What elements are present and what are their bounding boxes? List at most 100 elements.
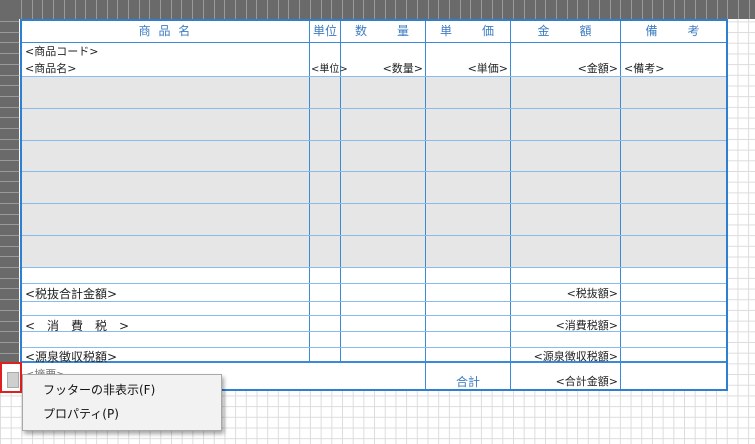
field-consumption-tax[interactable]: <消費税額> [511, 317, 618, 333]
ruler-tick [0, 85, 19, 86]
ruler-tick [0, 149, 19, 150]
ruler-tick [246, 0, 247, 19]
row-divider [22, 301, 726, 302]
ruler-tick [21, 0, 22, 19]
ruler-tick [75, 0, 76, 19]
row-divider [22, 347, 726, 348]
ruler-tick [0, 353, 19, 354]
ruler-tick [470, 0, 471, 19]
ruler-tick [0, 192, 19, 193]
ruler-tick [342, 0, 343, 19]
ruler-tick [695, 0, 696, 19]
ruler-tick [0, 321, 19, 322]
field-subtotal[interactable]: <税抜額> [511, 285, 618, 301]
ruler-tick [0, 235, 19, 236]
ruler-tick [0, 53, 19, 54]
ruler-tick [214, 0, 215, 19]
ruler-tick [556, 0, 557, 19]
ruler-tick [0, 246, 19, 247]
ruler-tick [385, 0, 386, 19]
ruler-tick [684, 0, 685, 19]
ruler-tick [642, 0, 643, 19]
ruler-tick [0, 331, 19, 332]
header-remarks: 備 考 [645, 24, 702, 38]
ruler-tick [395, 0, 396, 19]
ruler-tick [0, 75, 19, 76]
ruler-tick [513, 0, 514, 19]
field-product-code[interactable]: <商品コード> [25, 43, 98, 59]
ruler-tick [588, 0, 589, 19]
header-amount: 金 額 [537, 24, 594, 38]
ruler-tick [42, 0, 43, 19]
ruler-tick [278, 0, 279, 19]
field-unit-price[interactable]: <単価> [426, 60, 508, 76]
ruler-tick [85, 0, 86, 19]
row-divider [22, 235, 726, 236]
band-handle-icon [7, 372, 19, 388]
ruler-tick [438, 0, 439, 19]
ruler-tick [460, 0, 461, 19]
row-divider [22, 108, 726, 109]
header-divider [22, 42, 726, 43]
ruler-tick [107, 0, 108, 19]
field-total[interactable]: <合計金額> [511, 373, 618, 389]
field-quantity[interactable]: <数量> [341, 60, 423, 76]
ruler-tick [96, 0, 97, 19]
ruler-tick [256, 0, 257, 19]
ruler-tick [53, 0, 54, 19]
invoice-detail-form[interactable]: 商 品 名 単位 数 量 単 価 金 額 備 考 <商品コード> <商品名> <… [20, 19, 728, 391]
row-divider [22, 140, 726, 141]
ruler-tick [0, 203, 19, 204]
ruler-tick [406, 0, 407, 19]
ruler-tick [160, 0, 161, 19]
row-divider [22, 76, 726, 77]
row-divider [22, 267, 726, 268]
ruler-tick [224, 0, 225, 19]
label-subtotal[interactable]: <税抜合計金額> [25, 285, 117, 302]
column-divider [309, 21, 310, 363]
footer-band-selector[interactable] [0, 362, 22, 393]
header-quantity: 数 量 [354, 24, 411, 38]
field-remarks[interactable]: <備考> [624, 60, 664, 76]
menu-item-hide-footer[interactable]: フッターの非表示(F) [24, 378, 220, 402]
ruler-tick [0, 342, 19, 343]
ruler-tick [0, 160, 19, 161]
ruler-tick [0, 256, 19, 257]
ruler-tick [192, 0, 193, 19]
ruler-tick [674, 0, 675, 19]
ruler-tick [128, 0, 129, 19]
row-divider [22, 315, 726, 316]
ruler-tick [0, 214, 19, 215]
context-menu: フッターの非表示(F) プロパティ(P) [22, 374, 222, 431]
field-amount[interactable]: <金額> [511, 60, 618, 76]
ruler-tick [0, 267, 19, 268]
ruler-tick [567, 0, 568, 19]
ruler-tick [449, 0, 450, 19]
ruler-tick [181, 0, 182, 19]
ruler-tick [481, 0, 482, 19]
ruler-tick [331, 0, 332, 19]
ruler-tick [117, 0, 118, 19]
field-product-name[interactable]: <商品名> [25, 60, 76, 76]
left-ruler [0, 19, 19, 363]
header-product-name: 商 品 名 [138, 24, 193, 38]
footer-band-divider [22, 361, 726, 363]
ruler-tick [663, 0, 664, 19]
label-consumption-tax[interactable]: < 消 費 税 > [25, 317, 129, 334]
ruler-tick [299, 0, 300, 19]
menu-item-properties[interactable]: プロパティ(P) [24, 402, 220, 426]
ruler-tick [535, 0, 536, 19]
ruler-tick [0, 64, 19, 65]
ruler-tick [139, 0, 140, 19]
field-withholding-tax[interactable]: <源泉徴収税額> [511, 348, 618, 364]
ruler-tick [631, 0, 632, 19]
ruler-tick [32, 0, 33, 19]
ruler-tick [577, 0, 578, 19]
ruler-tick [64, 0, 65, 19]
ruler-tick [610, 0, 611, 19]
ruler-tick [738, 0, 739, 19]
ruler-tick [235, 0, 236, 19]
label-withholding-tax[interactable]: <源泉徴収税額> [25, 348, 117, 365]
ruler-tick [417, 0, 418, 19]
ruler-tick [353, 0, 354, 19]
